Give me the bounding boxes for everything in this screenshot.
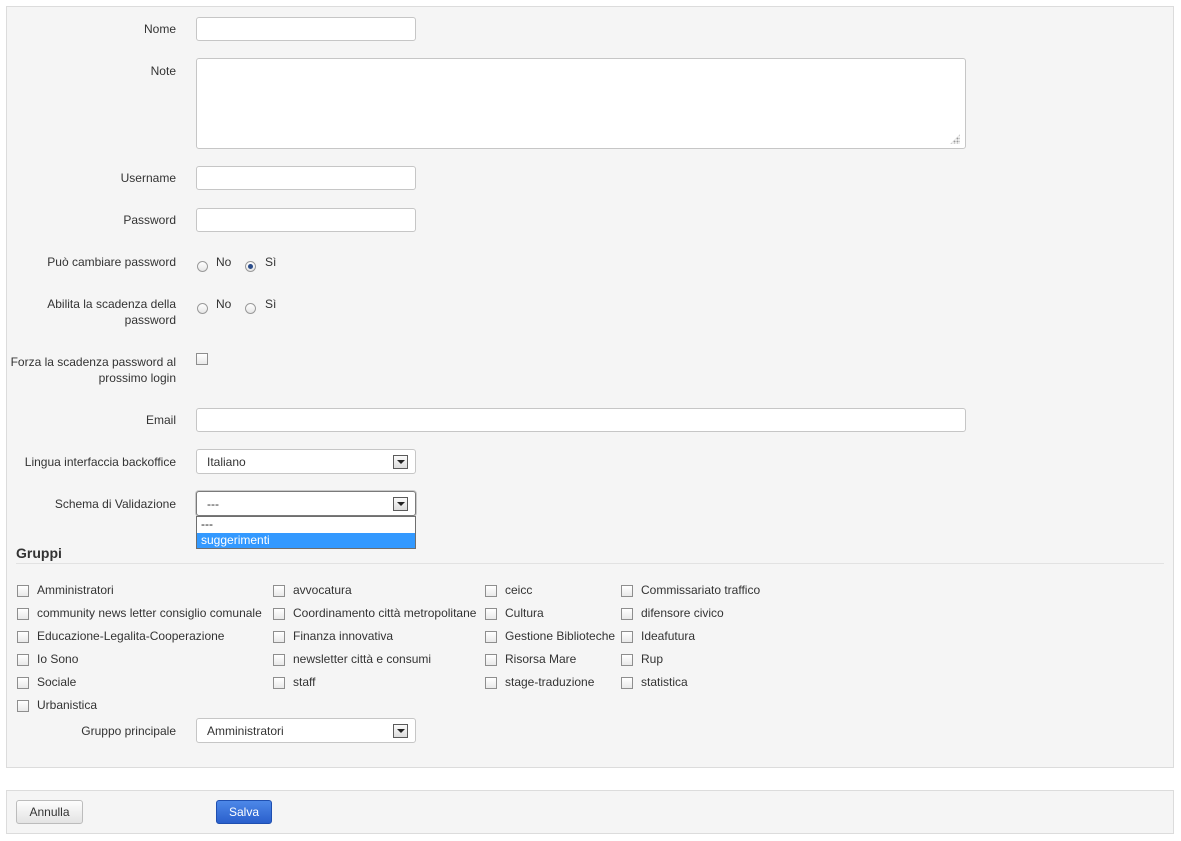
cambia-password-label: Può cambiare password	[47, 255, 176, 269]
gruppo-principale-label: Gruppo principale	[81, 724, 176, 738]
cambia-password-no-label: No	[216, 255, 232, 269]
note-textarea[interactable]	[196, 58, 966, 149]
group-label: newsletter città e consumi	[293, 652, 432, 666]
schema-select[interactable]: ---	[196, 491, 416, 516]
chevron-down-icon[interactable]	[393, 724, 408, 738]
group-checkbox[interactable]	[485, 608, 497, 620]
group-label: Risorsa Mare	[505, 652, 577, 666]
username-label: Username	[120, 171, 176, 185]
forza-scadenza-label: Forza la scadenza password al prossimo l…	[10, 355, 176, 385]
group-checkbox[interactable]	[17, 654, 29, 666]
group-label: Io Sono	[37, 652, 79, 666]
group-label: Urbanistica	[37, 698, 98, 712]
schema-label: Schema di Validazione	[54, 497, 176, 511]
group-checkbox[interactable]	[621, 608, 633, 620]
gruppi-title: Gruppi	[16, 545, 62, 561]
group-label: difensore civico	[641, 606, 724, 620]
form-actions-bar	[6, 790, 1174, 834]
group-label: Amministratori	[37, 583, 114, 597]
save-button[interactable]: Salva	[216, 800, 272, 824]
group-checkbox[interactable]	[17, 608, 29, 620]
group-checkbox[interactable]	[17, 631, 29, 643]
group-label: statistica	[641, 675, 688, 689]
group-checkbox[interactable]	[17, 677, 29, 689]
group-checkbox[interactable]	[273, 631, 285, 643]
cambia-password-si-radio[interactable]	[245, 261, 256, 272]
group-checkbox[interactable]	[621, 677, 633, 689]
lingua-select[interactable]: Italiano	[196, 449, 416, 474]
group-label: stage-traduzione	[505, 675, 595, 689]
group-label: Educazione-Legalita-Cooperazione	[37, 629, 225, 643]
chevron-down-icon[interactable]	[393, 497, 408, 511]
group-checkbox[interactable]	[273, 677, 285, 689]
lingua-select-value: Italiano	[207, 455, 246, 469]
username-input[interactable]	[196, 166, 416, 190]
group-label: staff	[293, 675, 316, 689]
group-label: community news letter consiglio comunale	[37, 606, 262, 620]
group-checkbox[interactable]	[621, 654, 633, 666]
nome-input[interactable]	[196, 17, 416, 41]
group-label: Rup	[641, 652, 664, 666]
nome-label: Nome	[143, 22, 176, 36]
password-input[interactable]	[196, 208, 416, 232]
group-label: Sociale	[37, 675, 77, 689]
group-checkbox[interactable]	[485, 631, 497, 643]
email-label: Email	[145, 413, 176, 427]
section-divider	[16, 563, 1164, 564]
group-label: Gestione Biblioteche	[505, 629, 616, 643]
cancel-button[interactable]: Annulla	[16, 800, 83, 824]
group-label: Commissariato traffico	[641, 583, 761, 597]
email-input[interactable]	[196, 408, 966, 432]
gruppo-principale-value: Amministratori	[207, 724, 284, 738]
schema-option-highlighted[interactable]: suggerimenti	[197, 533, 415, 548]
group-checkbox[interactable]	[273, 608, 285, 620]
schema-select-value: ---	[207, 497, 219, 511]
group-label: Finanza innovativa	[293, 629, 394, 643]
group-checkbox[interactable]	[621, 631, 633, 643]
group-label: Ideafutura	[641, 629, 696, 643]
gruppo-principale-select[interactable]: Amministratori	[196, 718, 416, 743]
scadenza-label: Abilita la scadenza della password	[47, 297, 176, 327]
password-label: Password	[123, 213, 176, 227]
scadenza-si-radio[interactable]	[245, 303, 256, 314]
scadenza-no-radio[interactable]	[197, 303, 208, 314]
group-checkbox[interactable]	[485, 677, 497, 689]
cambia-password-no-radio[interactable]	[197, 261, 208, 272]
group-label: Cultura	[505, 606, 544, 620]
group-checkbox[interactable]	[273, 654, 285, 666]
group-checkbox[interactable]	[485, 654, 497, 666]
group-checkbox[interactable]	[485, 585, 497, 597]
group-label: ceicc	[505, 583, 533, 597]
scadenza-no-label: No	[216, 297, 232, 311]
group-checkbox[interactable]	[17, 700, 29, 712]
resize-grip-icon[interactable]	[950, 134, 960, 144]
lingua-label: Lingua interfaccia backoffice	[24, 455, 176, 469]
cambia-password-si-label: Sì	[265, 255, 277, 269]
group-checkbox[interactable]	[17, 585, 29, 597]
schema-option[interactable]: ---	[197, 517, 415, 532]
group-checkbox[interactable]	[273, 585, 285, 597]
scadenza-si-label: Sì	[265, 297, 277, 311]
chevron-down-icon[interactable]	[393, 455, 408, 469]
group-label: Coordinamento città metropolitane	[293, 606, 477, 620]
note-label: Note	[150, 64, 176, 78]
schema-dropdown-list: --- suggerimenti	[196, 516, 416, 549]
group-checkbox[interactable]	[621, 585, 633, 597]
forza-scadenza-checkbox[interactable]	[196, 353, 208, 365]
group-label: avvocatura	[293, 583, 352, 597]
